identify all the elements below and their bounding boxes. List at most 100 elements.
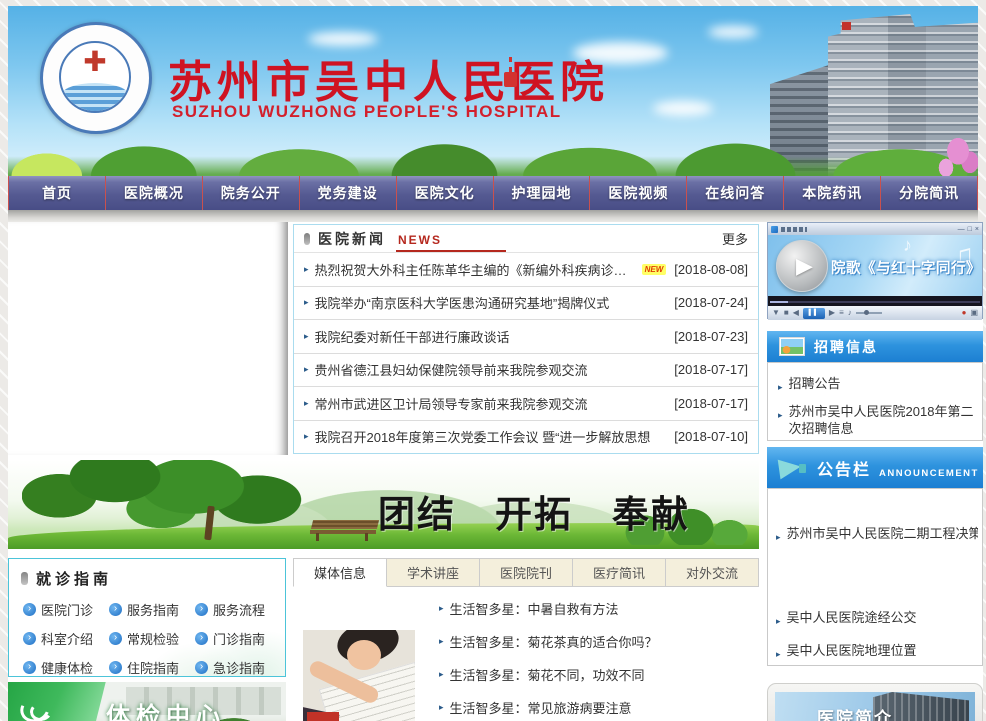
play-button[interactable]: ▶ [776,240,828,292]
video-caption: 院歌《与红十字同行》 [831,257,981,278]
playlist-icon[interactable]: ≡ [839,308,844,318]
news-item[interactable]: ▸ 热烈祝贺大外科主任陈革华主编的《新编外科疾病诊断与治 NEW [2018-0… [294,253,758,287]
guide-item-label: 健康体检 [41,658,93,677]
announcement-item[interactable]: ▸ 吴中人民医院地理位置 [776,642,978,663]
seek-progress [770,301,788,303]
close-icon[interactable]: × [975,225,979,234]
section-bullet-icon [21,572,28,585]
news-more-link[interactable]: 更多 [722,229,748,248]
hospital-logo: ✚ [40,22,152,134]
guide-item-outpatient[interactable]: ›医院门诊 [23,600,109,619]
nav-item-home[interactable]: 首页 [9,176,106,210]
arrow-bullet-icon: ▸ [439,669,444,680]
record-icon[interactable]: ● [962,308,967,318]
news-subtitle: NEWS [396,232,506,252]
announcement-item-text: 苏州市吴中人民医院二期工程决策事 [787,525,978,546]
media-item[interactable]: ▸ 生活智多星：菊花不同，功效不同 [439,658,759,691]
visit-guide-panel: 就诊指南 ›医院门诊 ›服务指南 › 服务流程 ›科室介绍 ›常规检验 ›门诊指南… [8,558,286,677]
guide-item-emergency-guide[interactable]: ›急诊指南 [195,658,281,677]
guide-item-departments[interactable]: ›科室介绍 [23,629,109,648]
tab-medical-briefs[interactable]: 医疗简讯 [573,558,666,587]
circle-arrow-icon: › [109,661,122,674]
red-cross-icon: ✚ [61,43,129,81]
window-controls: — □ × [958,225,979,234]
visit-guide-title: 就诊指南 [36,568,112,589]
checkup-logo-icon [20,694,52,721]
nav-item-affairs[interactable]: 院务公开 [203,176,300,210]
guide-item-label: 服务流程 [213,600,265,619]
slogan-banner: 团结 开拓 奉献 [8,460,759,549]
tab-external-exchange[interactable]: 对外交流 [666,558,759,587]
guide-item-routine-tests[interactable]: ›常规检验 [109,629,195,648]
media-item-text: 生活智多星：菊花不同，功效不同 [450,665,645,684]
media-item[interactable]: ▸ 生活智多星：菊花茶真的适合你吗？ [439,625,759,658]
media-item-text: 生活智多星：菊花茶真的适合你吗？ [450,632,658,651]
new-badge: NEW [642,264,667,275]
guide-item-inpatient-guide[interactable]: ›住院指南 [109,658,195,677]
guide-item-service-flow[interactable]: › 服务流程 [195,600,281,619]
nav-item-video[interactable]: 医院视频 [590,176,687,210]
volume-slider[interactable] [856,312,882,314]
media-item[interactable]: ▸ 生活智多星：常见旅游病要注意 [439,691,759,721]
recruitment-item[interactable]: ▸ 招聘公告 [778,375,974,396]
news-item[interactable]: ▸ 我院举办“南京医科大学医患沟通研究基地”揭牌仪式 [2018-07-24] [294,287,758,321]
news-item[interactable]: ▸ 我院召开2018年度第三次党委工作会议 暨“进一步解放思想 [2018-07… [294,421,758,454]
player-titlebar: — □ × [768,223,982,235]
section-bullet-icon [304,233,310,245]
nav-shadow [8,210,978,222]
nav-item-culture[interactable]: 医院文化 [397,176,494,210]
pause-button[interactable]: ▌▌ [803,308,825,319]
media-photo[interactable] [303,630,415,721]
next-icon[interactable]: ▶ [829,308,835,318]
nav-item-pharmacy[interactable]: 本院药讯 [784,176,881,210]
news-item-date: [2018-07-17] [666,396,748,411]
stop-icon[interactable]: ■ [784,308,789,318]
nav-item-nursing[interactable]: 护理园地 [494,176,591,210]
arrow-bullet-icon: ▸ [304,431,309,442]
tab-academic-lectures[interactable]: 学术讲座 [387,558,480,587]
announcement-item-text: 吴中人民医院途经公交 [787,609,917,630]
recruitment-panel: ▸ 招聘公告 ▸ 苏州市吴中人民医院2018年第二次招聘信息 [767,362,983,441]
news-item-date: [2018-07-24] [666,295,748,310]
hospital-intro-card[interactable]: 医院简介 [767,683,983,721]
dropdown-icon[interactable]: ▼ [772,308,780,318]
announcement-subtitle: ANNOUNCEMENT [879,468,979,479]
recruitment-item[interactable]: ▸ 苏州市吴中人民医院2018年第二次招聘信息 [778,403,974,437]
arrow-bullet-icon: ▸ [778,379,783,396]
site-subtitle: SUZHOU WUZHONG PEOPLE'S HOSPITAL [172,102,561,122]
seek-bar[interactable] [768,296,982,306]
play-icon: ▶ [796,253,813,279]
recruitment-item-text: 苏州市吴中人民医院2018年第二次招聘信息 [789,403,974,437]
volume-icon[interactable]: ♪ [848,308,852,318]
news-item[interactable]: ▸ 我院纪委对新任干部进行廉政谈话 [2018-07-23] [294,320,758,354]
guide-item-health-checkup[interactable]: ›健康体检 [23,658,109,677]
nav-item-qa[interactable]: 在线问答 [687,176,784,210]
news-item[interactable]: ▸ 常州市武进区卫计局领导专家前来我院参观交流 [2018-07-17] [294,387,758,421]
guide-item-outpatient-guide[interactable]: ›门诊指南 [195,629,281,648]
maximize-icon[interactable]: □ [968,225,972,234]
tab-media-info[interactable]: 媒体信息 [293,558,387,587]
flowers-decoration [898,121,978,176]
news-item[interactable]: ▸ 贵州省德江县妇幼保健院领导前来我院参观交流 [2018-07-17] [294,354,758,388]
nav-item-branch[interactable]: 分院简讯 [881,176,978,210]
announcement-item[interactable]: ▸ 吴中人民医院途经公交 [776,609,978,630]
announcement-item[interactable]: ▸ 苏州市吴中人民医院二期工程决策事 [776,525,978,546]
minimize-icon[interactable]: — [958,225,965,234]
previous-icon[interactable]: ◀ [793,308,799,318]
media-item[interactable]: ▸ 生活智多星：中暑自救有方法 [439,592,759,625]
tab-hospital-journal[interactable]: 医院院刊 [480,558,573,587]
circle-arrow-icon: › [109,603,122,616]
nav-item-overview[interactable]: 医院概况 [106,176,203,210]
news-header: 医院新闻 NEWS 更多 [294,225,758,253]
nav-item-party[interactable]: 党务建设 [300,176,397,210]
guide-item-label: 急诊指南 [213,658,265,677]
news-item-date: [2018-07-23] [666,329,748,344]
settings-icon[interactable]: ▣ [970,308,978,318]
guide-item-service-guide[interactable]: ›服务指南 [109,600,195,619]
news-item-text: 我院召开2018年度第三次党委工作会议 暨“进一步解放思想 [315,427,651,446]
circle-arrow-icon: › [195,603,208,616]
player-title-text [781,227,807,232]
trees-decoration [8,140,978,176]
arrow-bullet-icon: ▸ [439,702,444,713]
checkup-center-banner[interactable]: 体检中心 [8,682,286,721]
